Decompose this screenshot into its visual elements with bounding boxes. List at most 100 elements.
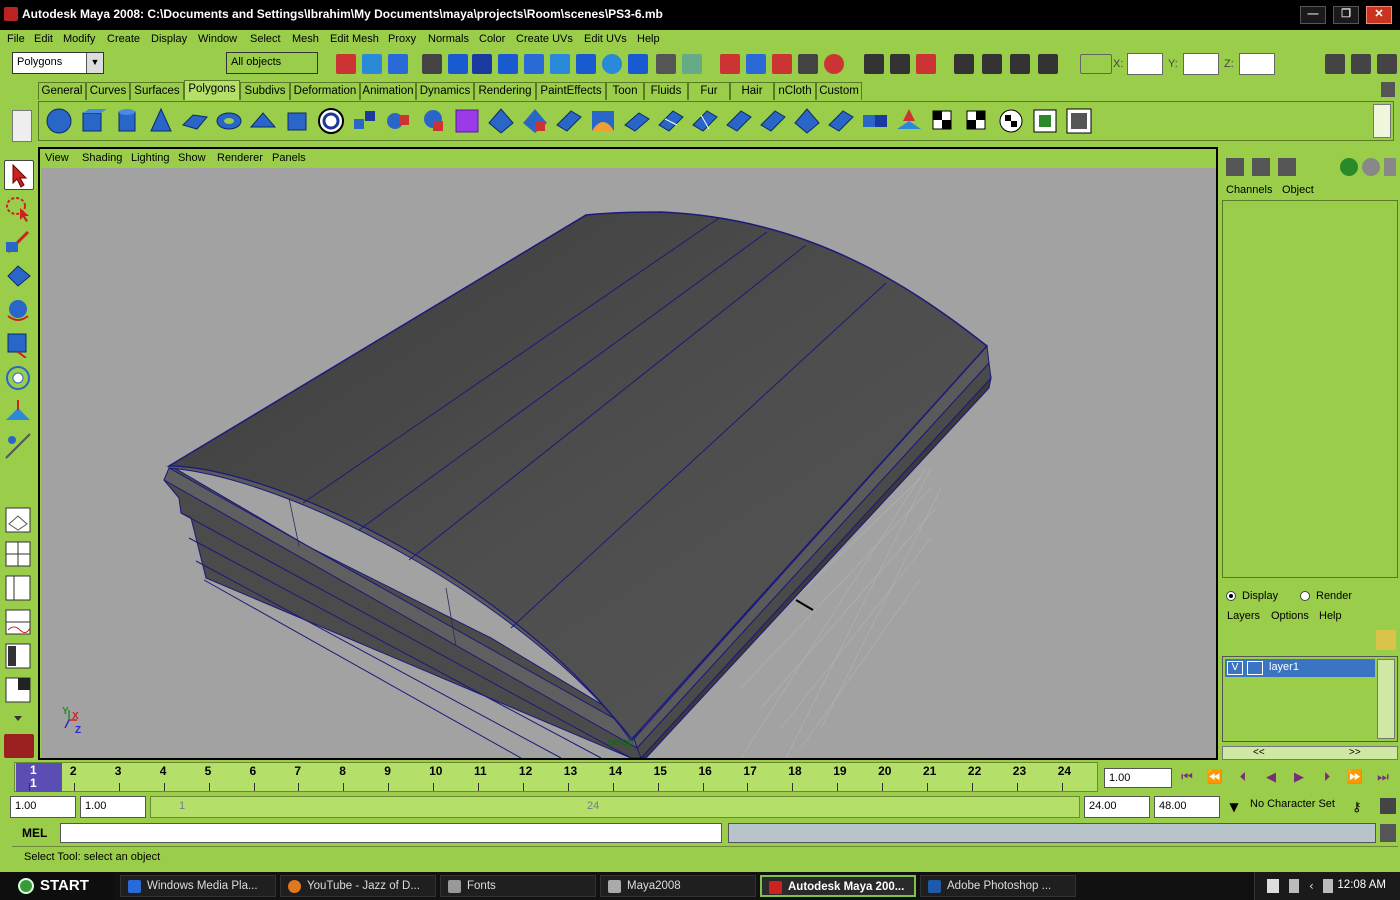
menu-help[interactable]: Help: [637, 33, 660, 45]
menu-display[interactable]: Display: [151, 33, 187, 45]
scale-tool-icon[interactable]: [4, 330, 34, 360]
snap-point-icon[interactable]: [772, 54, 792, 74]
layout-four-pane-icon[interactable]: [4, 540, 34, 570]
poly-cone-icon[interactable]: [147, 107, 175, 135]
current-time-field[interactable]: 1.00: [1104, 768, 1172, 788]
soft-modification-icon[interactable]: [4, 398, 34, 428]
select-hierarchy-icon[interactable]: [336, 54, 356, 74]
poly-sphere-icon[interactable]: [45, 107, 73, 135]
tab-custom[interactable]: Custom: [816, 82, 862, 100]
tab-general[interactable]: General: [38, 82, 86, 100]
layout-hypershade-icon[interactable]: [4, 642, 34, 672]
combine-icon[interactable]: [351, 107, 379, 135]
playback-start-field[interactable]: 1.00: [80, 796, 146, 818]
character-set-selector[interactable]: No Character Set: [1250, 798, 1335, 810]
toggle-panel-icon[interactable]: [1384, 158, 1396, 176]
step-back-key-button[interactable]: ⏴: [1232, 768, 1254, 788]
uv-lattice-icon[interactable]: [1065, 107, 1093, 135]
animation-preferences-icon[interactable]: [1380, 798, 1396, 814]
menu-file[interactable]: File: [7, 33, 25, 45]
channel-box-view-icon[interactable]: [1226, 158, 1244, 176]
layer-menu-options[interactable]: Options: [1271, 610, 1309, 622]
automatic-mapping-icon[interactable]: [895, 107, 923, 135]
layout-single-pane-icon[interactable]: [4, 506, 34, 536]
filter-icon[interactable]: [422, 54, 442, 74]
minimize-button[interactable]: —: [1300, 6, 1326, 24]
menu-select[interactable]: Select: [250, 33, 281, 45]
go-to-end-button[interactable]: ⏭: [1372, 768, 1394, 788]
auto-key-icon[interactable]: ⚷: [1352, 800, 1374, 816]
curve-mask-icon[interactable]: [498, 54, 518, 74]
step-forward-key-button[interactable]: ⏵: [1316, 768, 1338, 788]
close-button[interactable]: ✕: [1366, 6, 1392, 24]
playback-end-field[interactable]: 24.00: [1084, 796, 1150, 818]
help-icon[interactable]: [1267, 879, 1279, 893]
tab-fur[interactable]: Fur: [688, 82, 730, 100]
spherical-mapping-icon[interactable]: [861, 107, 889, 135]
layer-row[interactable]: V layer1: [1225, 659, 1375, 677]
shelf-menu-icon[interactable]: [12, 110, 32, 142]
render-globals-icon[interactable]: [1340, 158, 1358, 176]
menu-proxy[interactable]: Proxy: [388, 33, 416, 45]
output-ops-icon[interactable]: [890, 54, 910, 74]
paint-select-tool-icon[interactable]: [4, 228, 34, 258]
rendering-mask-icon[interactable]: [602, 54, 622, 74]
ipr-render-icon[interactable]: [1010, 54, 1030, 74]
layer-list-scrollbar[interactable]: [1377, 659, 1395, 739]
script-editor-icon[interactable]: [1380, 824, 1396, 842]
tab-curves[interactable]: Curves: [86, 82, 130, 100]
scroll-right-button[interactable]: >>: [1349, 747, 1361, 758]
display-layer-radio[interactable]: [1226, 591, 1236, 601]
surface-mask-icon[interactable]: [524, 54, 544, 74]
menu-color[interactable]: Color: [479, 33, 505, 45]
start-button[interactable]: START: [0, 872, 114, 900]
lasso-tool-icon[interactable]: [4, 194, 34, 224]
split-polygon-icon[interactable]: [657, 107, 685, 135]
time-slider[interactable]: 1 1 2 3 4 5 6 7 8 9 10 11 12 13 14 15 16 17 18 19 20 21 22 23…: [14, 762, 1098, 792]
maya-app-icon[interactable]: [4, 7, 18, 21]
poly-plane-icon[interactable]: [181, 107, 209, 135]
poly-torus-icon[interactable]: [215, 107, 243, 135]
sculpt-geometry-icon[interactable]: [759, 107, 787, 135]
scroll-left-button[interactable]: <<: [1253, 747, 1265, 758]
input-ops-icon[interactable]: [864, 54, 884, 74]
task-youtube-firefox[interactable]: YouTube - Jazz of D...: [280, 875, 436, 897]
selection-mode-dropdown[interactable]: All objects: [226, 52, 318, 74]
attribute-editor-icon[interactable]: [1325, 54, 1345, 74]
snap-curve-icon[interactable]: [746, 54, 766, 74]
volume-icon[interactable]: [1323, 879, 1333, 893]
average-vertices-icon[interactable]: [487, 107, 515, 135]
tab-dynamics[interactable]: Dynamics: [416, 82, 474, 100]
task-windows-media-player[interactable]: Windows Media Pla...: [120, 875, 276, 897]
snap-view-plane-icon[interactable]: [798, 54, 818, 74]
current-frame-marker[interactable]: 1 1: [16, 763, 62, 792]
render-settings-icon[interactable]: [1038, 54, 1058, 74]
snap-grid-icon[interactable]: [720, 54, 740, 74]
render-layer-radio[interactable]: [1300, 591, 1310, 601]
extract-icon[interactable]: [419, 107, 447, 135]
panel-menu-view[interactable]: View: [45, 152, 69, 164]
go-to-start-button[interactable]: ⏮: [1176, 768, 1198, 788]
animation-end-field[interactable]: 48.00: [1154, 796, 1220, 818]
render-view-icon[interactable]: [954, 54, 974, 74]
panel-menu-shading[interactable]: Shading: [82, 152, 122, 164]
layout-persp-graph-icon[interactable]: [4, 608, 34, 638]
create-new-layer-icon[interactable]: [1376, 630, 1396, 650]
menu-modify[interactable]: Modify: [63, 33, 95, 45]
transform-mode-icon[interactable]: [1080, 54, 1112, 74]
bridge-icon[interactable]: [589, 107, 617, 135]
deformer-mask-icon[interactable]: [550, 54, 570, 74]
panel-menu-panels[interactable]: Panels: [272, 152, 306, 164]
animation-start-field[interactable]: 1.00: [10, 796, 76, 818]
perspective-viewport[interactable]: [41, 168, 1216, 758]
tab-painteffects[interactable]: PaintEffects: [536, 82, 606, 100]
layout-outliner-persp-icon[interactable]: [4, 574, 34, 604]
tab-hair[interactable]: Hair: [730, 82, 774, 100]
menu-create[interactable]: Create: [107, 33, 140, 45]
select-tool-icon[interactable]: [4, 160, 34, 190]
panel-horizontal-scroll[interactable]: << >>: [1222, 746, 1398, 760]
tab-surfaces[interactable]: Surfaces: [130, 82, 184, 100]
poly-cylinder-icon[interactable]: [113, 107, 141, 135]
play-backwards-button[interactable]: ◀: [1260, 768, 1282, 788]
menu-edit-mesh[interactable]: Edit Mesh: [330, 33, 379, 45]
